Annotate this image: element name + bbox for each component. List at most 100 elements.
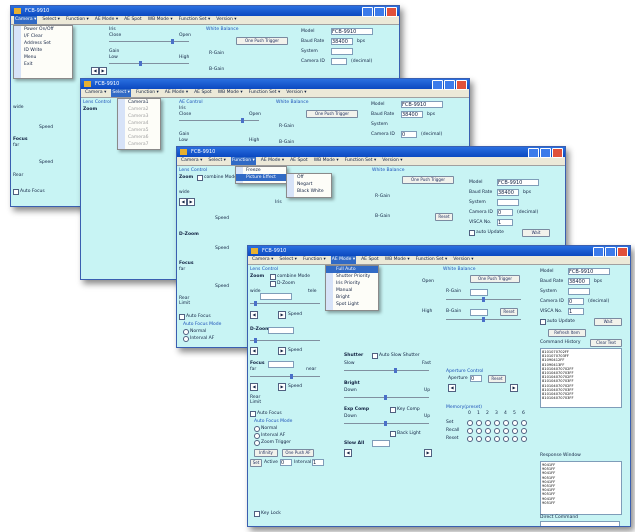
memory-preset-radio[interactable] <box>485 436 491 442</box>
camera-menu-id-write[interactable]: ID Write <box>14 47 72 54</box>
menu-select[interactable]: Select ▾ <box>111 89 131 97</box>
memory-preset-radio[interactable] <box>494 436 500 442</box>
shutter-slider[interactable] <box>344 368 429 373</box>
menu-version[interactable]: Version ▾ <box>452 256 474 264</box>
menu-wb-mode[interactable]: WB Mode ▾ <box>217 89 244 97</box>
memory-preset-radio[interactable] <box>476 420 482 426</box>
slow-all-left-button[interactable]: ◀ <box>344 449 352 457</box>
menu-ae-mode[interactable]: AE Mode ▾ <box>164 89 189 97</box>
menu-version[interactable]: Version ▾ <box>215 16 237 24</box>
one-push-af-button[interactable]: One Push AF <box>282 449 314 457</box>
iris-slider[interactable] <box>179 118 259 123</box>
memory-preset-radio[interactable] <box>512 436 518 442</box>
menu-version[interactable]: Version ▾ <box>285 89 307 97</box>
auto-slow-checkbox[interactable] <box>372 353 378 359</box>
minimize-button[interactable] <box>362 7 373 17</box>
menu-function[interactable]: Function ▾ <box>135 89 160 97</box>
camera-id-field[interactable]: 0 <box>401 131 417 138</box>
ae-manual[interactable]: Manual <box>326 287 378 294</box>
zoom-tele-button[interactable]: ▶ <box>99 67 107 75</box>
memory-preset-radio[interactable] <box>485 420 491 426</box>
dzoom-tele-button[interactable]: ▶ <box>278 347 286 355</box>
camera-id-field[interactable]: 0 <box>497 209 513 216</box>
focus-slider[interactable] <box>250 374 320 379</box>
dzoom-checkbox[interactable] <box>270 281 276 287</box>
r-gain-slider[interactable] <box>446 297 521 302</box>
camera-id-field[interactable] <box>331 58 347 65</box>
minimize-button[interactable] <box>432 80 443 90</box>
normal-radio[interactable] <box>183 329 189 335</box>
menu-function-set[interactable]: Function Set ▾ <box>344 157 378 165</box>
zoom-slider[interactable] <box>250 301 320 306</box>
memory-preset-radio[interactable] <box>503 428 509 434</box>
menu-select[interactable]: Select ▾ <box>41 16 61 24</box>
menu-ae-spot[interactable]: AE Spot <box>123 16 143 24</box>
auto-update-checkbox[interactable] <box>540 319 546 325</box>
camera-menu-menu[interactable]: Menu <box>14 54 72 61</box>
set-button[interactable]: Set <box>250 459 262 467</box>
wb-reset-button[interactable]: Reset <box>435 213 453 221</box>
visca-field[interactable]: 1 <box>568 308 584 315</box>
menu-function[interactable]: Function ▾ <box>65 16 90 24</box>
memory-preset-radio[interactable] <box>467 428 473 434</box>
menu-ae-mode[interactable]: AE Mode ▾ <box>94 16 119 24</box>
memory-preset-radio[interactable] <box>503 436 509 442</box>
one-push-trigger-button[interactable]: One Push Trigger <box>470 275 520 283</box>
memory-preset-radio[interactable] <box>494 428 500 434</box>
auto-focus-checkbox[interactable] <box>179 314 185 320</box>
infinity-button[interactable]: Infinity <box>254 449 278 457</box>
baud-field[interactable]: 38400 <box>401 111 423 118</box>
ae-bright[interactable]: Bright <box>326 294 378 301</box>
maximize-button[interactable] <box>540 148 551 158</box>
key-comp-checkbox[interactable] <box>390 407 396 413</box>
response-window-list[interactable]: 9041FF 9051FF 9041FF 9051FF 9041FF 9051F… <box>540 461 622 515</box>
back-light-checkbox[interactable] <box>390 431 396 437</box>
minimize-button[interactable] <box>593 247 604 257</box>
interval-field[interactable]: 1 <box>312 459 324 466</box>
wait-button[interactable]: Wait <box>522 229 550 237</box>
maximize-button[interactable] <box>444 80 455 90</box>
dzoom-slider[interactable] <box>250 338 320 343</box>
interval-af-radio[interactable] <box>254 433 260 439</box>
camera-id-field[interactable]: 0 <box>568 298 584 305</box>
combine-mode-checkbox[interactable] <box>197 175 203 181</box>
menu-camera[interactable]: Camera ▾ <box>180 157 203 165</box>
zoom-trigger-radio[interactable] <box>254 440 260 446</box>
iris-slider[interactable] <box>109 39 189 44</box>
wait-button[interactable]: Wait <box>594 318 622 326</box>
memory-preset-radio[interactable] <box>467 436 473 442</box>
baud-field[interactable]: 38400 <box>331 38 353 45</box>
menu-ae-mode[interactable]: AE Mode ▾ <box>260 157 285 165</box>
bright-slider[interactable] <box>344 395 429 400</box>
memory-preset-radio[interactable] <box>521 428 527 434</box>
ae-shutter-priority[interactable]: Shutter Priority <box>326 273 378 280</box>
memory-preset-radio[interactable] <box>512 420 518 426</box>
menu-camera[interactable]: Camera ▾ <box>84 89 107 97</box>
camera-menu-power[interactable]: Power On/Off <box>14 26 72 33</box>
menu-wb-mode[interactable]: WB Mode ▾ <box>384 256 411 264</box>
menu-ae-spot[interactable]: AE Spot <box>193 89 213 97</box>
close-button[interactable] <box>552 148 563 158</box>
memory-preset-radio[interactable] <box>521 420 527 426</box>
gain-slider[interactable] <box>109 61 189 66</box>
visca-field[interactable]: 1 <box>497 219 513 226</box>
menu-select[interactable]: Select ▾ <box>278 256 298 264</box>
baud-field[interactable]: 38400 <box>497 189 519 196</box>
function-picture-effect[interactable]: Picture Effect <box>236 174 286 181</box>
select-camera3[interactable]: Camera3 <box>118 113 160 120</box>
aperture-right-button[interactable]: ▶ <box>510 384 518 392</box>
zoom-wide-button[interactable]: ◀ <box>179 198 187 206</box>
focus-near-button[interactable]: ▶ <box>278 383 286 391</box>
menu-select[interactable]: Select ▾ <box>207 157 227 165</box>
zoom-wide-button[interactable]: ◀ <box>91 67 99 75</box>
one-push-trigger-button[interactable]: One Push Trigger <box>306 110 358 118</box>
normal-radio[interactable] <box>254 426 260 432</box>
menu-function-set[interactable]: Function Set ▾ <box>248 89 282 97</box>
camera-menu-if-clear[interactable]: I/F Clear <box>14 33 72 40</box>
focus-far-button[interactable]: ◀ <box>250 383 258 391</box>
close-button[interactable] <box>617 247 628 257</box>
direct-command-field[interactable] <box>540 521 620 526</box>
command-history-list[interactable]: 8101070702FF 8101070703FF 81090412FF 810… <box>540 348 622 408</box>
camera-menu-exit[interactable]: Exit <box>14 61 72 68</box>
exp-comp-slider[interactable] <box>344 421 429 426</box>
